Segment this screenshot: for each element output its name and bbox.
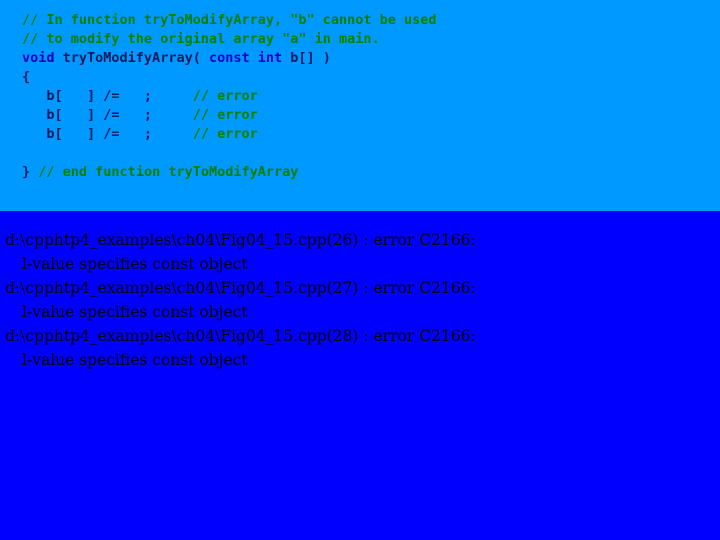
compiler-error-entry: d:\cpphtp4_examples\ch04\Fig04_15.cpp(26… — [0, 228, 720, 276]
code-token-ident: b[ ] /= ; — [22, 88, 193, 104]
code-token-comment: // end function tryToModifyArray — [38, 164, 299, 180]
code-token-comment: // error — [192, 126, 258, 142]
compiler-error-entry: d:\cpphtp4_examples\ch04\Fig04_15.cpp(27… — [0, 276, 720, 324]
function-signature: void tryToModifyArray( const int b[] ) — [0, 49, 720, 68]
code-token-keyword: void — [22, 50, 55, 66]
code-token-punct — [55, 50, 63, 66]
code-token-punct — [201, 50, 209, 66]
code-token-keyword: int — [257, 50, 283, 66]
compiler-output-panel: d:\cpphtp4_examples\ch04\Fig04_15.cpp(26… — [0, 211, 720, 540]
error-location: d:\cpphtp4_examples\ch04\Fig04_15.cpp(26… — [5, 231, 476, 249]
statement-line-1: b[ ] /= ; // error — [0, 87, 720, 106]
error-list: d:\cpphtp4_examples\ch04\Fig04_15.cpp(26… — [0, 228, 720, 372]
open-brace: { — [0, 68, 720, 87]
code-panel: // In function tryToModifyArray, "b" can… — [0, 0, 720, 211]
error-location: d:\cpphtp4_examples\ch04\Fig04_15.cpp(28… — [5, 327, 476, 345]
statement-line-2: b[ ] /= ; // error — [0, 106, 720, 125]
statement-line-3: b[ ] /= ; // error — [0, 125, 720, 144]
close-brace-line: } // end function tryToModifyArray — [0, 163, 720, 182]
spacer-line — [0, 144, 720, 163]
code-token-ident: b[ ] /= ; — [22, 107, 193, 123]
screenshot-root: // In function tryToModifyArray, "b" can… — [0, 0, 720, 540]
code-token-ident: b[ ] /= ; — [22, 126, 193, 142]
error-message: l-value specifies const object — [22, 351, 248, 369]
code-token-punct: { — [22, 69, 31, 85]
code-token-punct — [22, 145, 30, 161]
error-message: l-value specifies const object — [22, 303, 248, 321]
code-token-comment: // error — [192, 88, 258, 104]
code-listing: // In function tryToModifyArray, "b" can… — [0, 11, 720, 182]
comment-line-1: // In function tryToModifyArray, "b" can… — [0, 11, 720, 30]
compiler-error-entry: d:\cpphtp4_examples\ch04\Fig04_15.cpp(28… — [0, 324, 720, 372]
code-token-comment: // error — [192, 107, 258, 123]
code-token-ident: tryToModifyArray( — [62, 50, 201, 66]
code-token-comment: // to modify the original array "a" in m… — [22, 31, 380, 47]
error-message: l-value specifies const object — [22, 255, 248, 273]
code-token-ident: b[] ) — [290, 50, 331, 66]
code-token-comment: // In function tryToModifyArray, "b" can… — [22, 12, 437, 28]
error-location: d:\cpphtp4_examples\ch04\Fig04_15.cpp(27… — [5, 279, 476, 297]
code-token-punct: } — [22, 164, 31, 180]
code-token-punct — [250, 50, 258, 66]
code-token-keyword: const — [208, 50, 250, 66]
comment-line-2: // to modify the original array "a" in m… — [0, 30, 720, 49]
